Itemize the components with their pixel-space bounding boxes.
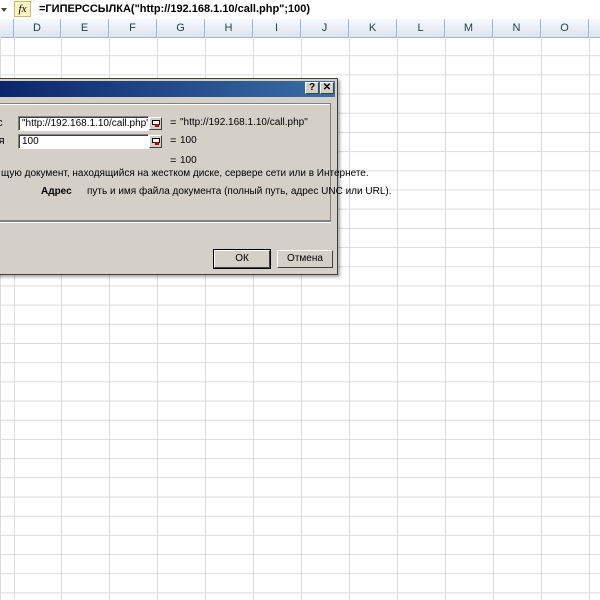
grid-line xyxy=(397,37,398,600)
column-header-h[interactable]: H xyxy=(205,19,253,37)
column-header-f[interactable]: F xyxy=(109,19,157,37)
column-header-k[interactable]: K xyxy=(349,19,397,37)
column-header-partial[interactable] xyxy=(0,19,14,37)
arg2-result: 100 xyxy=(180,135,197,146)
column-header-e[interactable]: E xyxy=(61,19,109,37)
function-description: щую документ, находящийся на жестком дис… xyxy=(1,168,369,179)
arg1-result: "http://192.168.1.10/call.php" xyxy=(180,117,308,128)
grid-line xyxy=(493,37,494,600)
arg2-equals: = xyxy=(170,135,177,147)
formula-bar: fx =ГИПЕРССЫЛКА("http://192.168.1.10/cal… xyxy=(0,0,600,20)
grid-line xyxy=(589,37,590,600)
close-button[interactable]: ✕ xyxy=(320,82,334,94)
help-button[interactable]: ? xyxy=(305,82,319,94)
collapse-dialog-icon[interactable] xyxy=(149,117,162,130)
column-header-m[interactable]: M xyxy=(445,19,493,37)
dialog-titlebar[interactable]: ? ✕ xyxy=(0,81,335,97)
address-input[interactable]: "http://192.168.1.10/call.php" xyxy=(18,116,149,131)
arguments-group: ес "http://192.168.1.10/call.php" = "htt… xyxy=(0,103,331,221)
argument-help-name: Адрес xyxy=(41,186,72,197)
arg2-label: мя xyxy=(0,135,5,147)
grid-line xyxy=(349,37,350,600)
collapse-dialog-icon[interactable] xyxy=(149,135,162,148)
function-result-equals: = xyxy=(170,155,177,167)
ok-button[interactable]: ОК xyxy=(213,249,271,269)
dialog-separator xyxy=(0,221,331,223)
column-header-o[interactable]: O xyxy=(541,19,589,37)
function-arguments-dialog: ? ✕ ес "http://192.168.1.10/call.php" = … xyxy=(0,78,392,275)
insert-function-button[interactable]: fx xyxy=(14,1,31,17)
column-header-l[interactable]: L xyxy=(397,19,445,37)
chevron-down-icon[interactable] xyxy=(0,2,10,16)
grid-line xyxy=(445,37,446,600)
arg1-label: ес xyxy=(0,117,3,129)
column-header-d[interactable]: D xyxy=(14,19,61,37)
formula-input[interactable]: =ГИПЕРССЫЛКА("http://192.168.1.10/call.p… xyxy=(39,3,310,15)
friendly-name-input[interactable]: 100 xyxy=(18,134,149,149)
column-headers: D E F G H I J K L M N O xyxy=(0,19,600,38)
grid-line xyxy=(541,37,542,600)
function-result-value: 100 xyxy=(180,155,197,166)
column-header-n[interactable]: N xyxy=(493,19,541,37)
column-header-j[interactable]: J xyxy=(301,19,349,37)
argument-help-text: путь и имя файла документа (полный путь,… xyxy=(87,186,392,197)
cancel-button[interactable]: Отмена xyxy=(277,250,333,268)
column-header-i[interactable]: I xyxy=(253,19,301,37)
column-header-g[interactable]: G xyxy=(157,19,205,37)
arg1-equals: = xyxy=(170,117,177,129)
